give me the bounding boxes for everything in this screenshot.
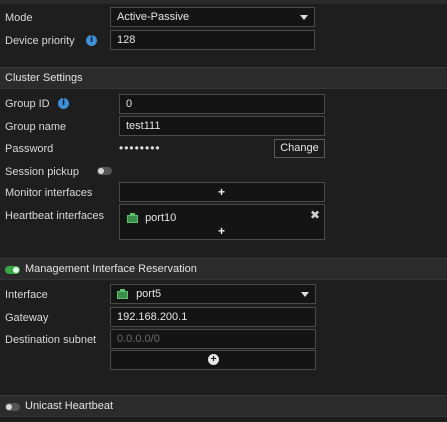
info-icon[interactable]: i [58, 98, 69, 109]
group-id-input[interactable]: 0 [119, 94, 325, 114]
session-pickup-label: Session pickup [5, 166, 79, 178]
plus-icon[interactable]: + [218, 225, 225, 237]
plus-icon[interactable]: + [218, 186, 225, 198]
destination-subnet-placeholder: 0.0.0.0/0 [117, 333, 160, 345]
interface-label: Interface [5, 289, 48, 301]
destination-subnet-label: Destination subnet [5, 334, 97, 346]
monitor-interfaces-field[interactable]: + [119, 182, 325, 202]
device-priority-value: 128 [117, 34, 136, 46]
chevron-down-icon [301, 292, 309, 297]
gateway-value: 192.168.200.1 [117, 311, 188, 323]
mode-select[interactable]: Active-Passive [110, 7, 315, 27]
top-divider [0, 0, 447, 4]
heartbeat-interfaces-label: Heartbeat interfaces [5, 210, 105, 222]
chevron-down-icon [300, 15, 308, 20]
info-icon[interactable]: i [86, 35, 97, 46]
mgmt-interface-title: Management Interface Reservation [25, 263, 197, 275]
mode-label: Mode [5, 12, 33, 24]
mgmt-interface-header: Management Interface Reservation [0, 258, 447, 280]
group-name-label: Group name [5, 121, 67, 133]
cluster-settings-title: Cluster Settings [5, 72, 83, 84]
toggle-knob [13, 267, 19, 273]
network-port-icon [127, 213, 138, 224]
heartbeat-interface-item: port10 [127, 209, 176, 227]
close-icon[interactable]: ✖ [310, 209, 320, 221]
group-id-label: Group ID [5, 98, 50, 110]
device-priority-input[interactable]: 128 [110, 30, 315, 50]
plus-circle-icon: + [208, 354, 219, 365]
gateway-input[interactable]: 192.168.200.1 [110, 307, 316, 327]
password-mask: •••••••• [119, 141, 161, 155]
heartbeat-interface-name: port10 [145, 212, 177, 224]
interface-select[interactable]: port5 [110, 284, 316, 304]
group-name-input[interactable]: test111 [119, 116, 325, 136]
unicast-heartbeat-toggle[interactable] [5, 403, 20, 411]
heartbeat-interfaces-field[interactable]: port10 ✖ + [119, 204, 325, 240]
session-pickup-toggle[interactable] [97, 167, 112, 175]
cluster-settings-header: Cluster Settings [0, 67, 447, 89]
add-subnet-button[interactable]: + [110, 350, 316, 370]
gateway-label: Gateway [5, 312, 49, 324]
group-name-value: test111 [126, 120, 161, 132]
monitor-interfaces-label: Monitor interfaces [5, 187, 93, 199]
group-id-value: 0 [126, 98, 133, 110]
toggle-knob [6, 404, 12, 410]
interface-select-value: port5 [136, 288, 162, 300]
password-label: Password [5, 143, 54, 155]
unicast-heartbeat-title: Unicast Heartbeat [25, 400, 114, 412]
change-password-button[interactable]: Change [274, 139, 325, 158]
destination-subnet-input[interactable]: 0.0.0.0/0 [110, 329, 316, 349]
mgmt-interface-toggle[interactable] [5, 266, 20, 274]
unicast-heartbeat-header: Unicast Heartbeat [0, 395, 447, 417]
mode-select-value: Active-Passive [117, 11, 190, 23]
device-priority-label: Device priority [5, 35, 75, 47]
network-port-icon [117, 289, 128, 300]
toggle-knob [98, 168, 104, 174]
